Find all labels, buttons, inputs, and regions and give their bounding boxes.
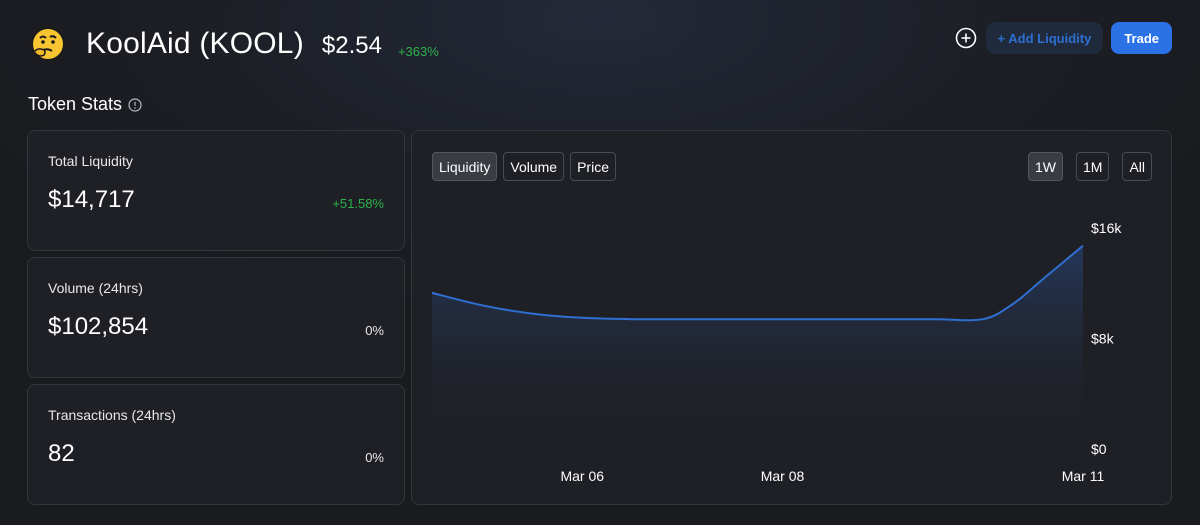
chart-range-tabs: 1W 1M All — [1027, 152, 1152, 181]
y-tick-label: $0 — [1091, 441, 1107, 457]
token-price-change: +363% — [397, 43, 439, 59]
header-actions: + Add Liquidity Trade — [954, 22, 1172, 54]
add-to-watchlist-icon[interactable] — [954, 26, 978, 50]
stat-card-transactions: Transactions (24hrs) 82 0% — [27, 384, 405, 505]
y-tick-label: $8k — [1091, 331, 1115, 347]
liquidity-area — [432, 245, 1083, 449]
stat-value: $14,717 — [48, 186, 135, 213]
chart-metric-tabs: Liquidity Volume Price — [432, 152, 616, 181]
token-name: KoolAid (KOOL) — [86, 27, 304, 60]
trade-button[interactable]: Trade — [1111, 22, 1172, 54]
stat-change: 0% — [365, 323, 384, 338]
add-liquidity-button[interactable]: + Add Liquidity — [985, 22, 1104, 54]
chart-panel: $0 $8k $16k Mar 06 Mar 08 Mar 11 Liquidity Vo… — [411, 130, 1172, 505]
stat-label: Total Liquidity — [48, 153, 133, 169]
stat-change: 0% — [365, 450, 384, 465]
range-all[interactable]: All — [1122, 152, 1152, 181]
liquidity-line — [431, 244, 1084, 322]
token-price: $2.54 — [321, 32, 382, 59]
y-tick-label: $16k — [1091, 220, 1122, 236]
stat-value: $102,854 — [48, 313, 149, 340]
token-logo-icon — [28, 24, 68, 64]
token-stats-heading: Token Stats — [28, 94, 123, 114]
liquidity-chart: $0 $8k $16k Mar 06 Mar 08 Mar 11 — [431, 220, 1122, 484]
tab-volume[interactable]: Volume — [503, 152, 565, 181]
stat-label: Transactions (24hrs) — [48, 407, 176, 423]
x-tick-label: Mar 11 — [1062, 468, 1105, 484]
info-icon[interactable] — [128, 97, 142, 112]
stat-value: 82 — [48, 440, 75, 467]
stat-label: Volume (24hrs) — [48, 280, 143, 296]
token-header: KoolAid (KOOL) $2.54 +363% + Add Liquidi… — [28, 22, 1172, 66]
range-1m[interactable]: 1M — [1075, 152, 1110, 181]
x-tick-label: Mar 08 — [761, 468, 805, 484]
tab-liquidity[interactable]: Liquidity — [432, 152, 498, 181]
stat-change: +51.58% — [332, 196, 384, 211]
tab-price[interactable]: Price — [570, 152, 616, 181]
range-1w[interactable]: 1W — [1027, 152, 1063, 181]
token-page: KoolAid (KOOL) $2.54 +363% + Add Liquidi… — [0, 0, 1200, 525]
section-title: Token Stats — [28, 94, 142, 115]
stat-card-volume: Volume (24hrs) $102,854 0% — [27, 257, 405, 378]
x-tick-label: Mar 06 — [560, 468, 604, 484]
stat-card-total-liquidity: Total Liquidity $14,717 +51.58% — [27, 130, 405, 251]
